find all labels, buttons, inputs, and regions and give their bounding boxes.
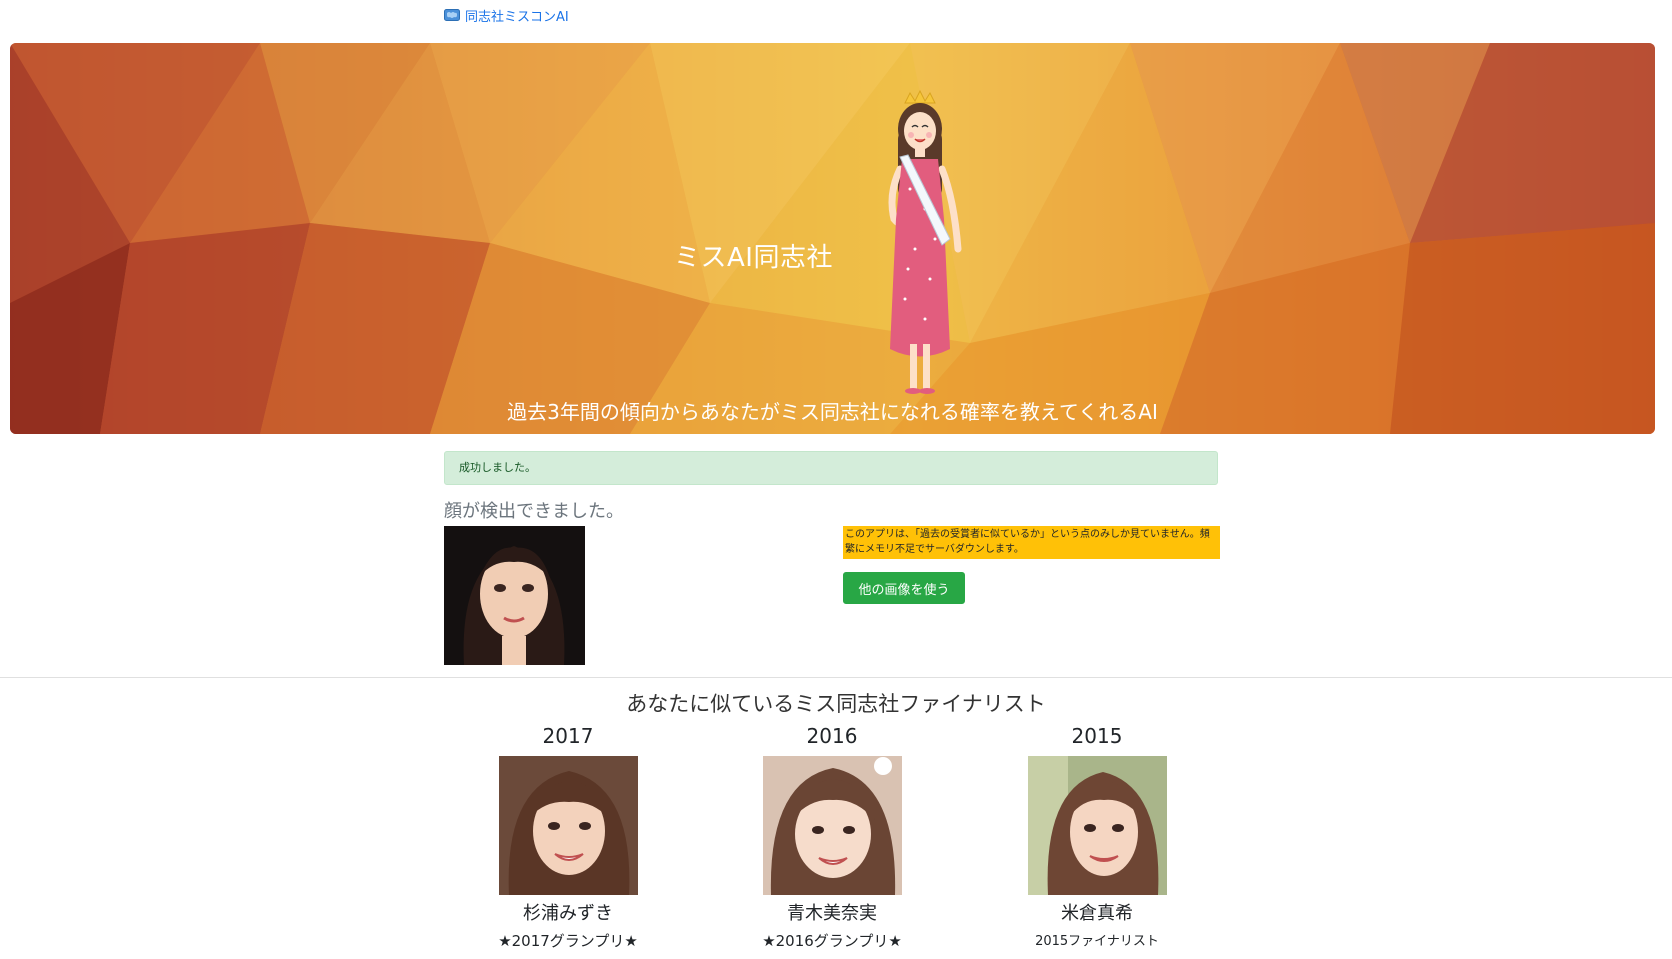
brand-label: 同志社ミスコンAI	[465, 9, 569, 25]
use-other-image-button[interactable]: 他の画像を使う	[843, 572, 965, 604]
section-divider	[0, 677, 1672, 678]
finalist-card-2015: 2015 米倉真希 2015ファイナリスト	[997, 722, 1197, 949]
brand-link[interactable]: 同志社ミスコンAI	[444, 4, 569, 26]
finalist-name: 杉浦みずき	[523, 903, 613, 924]
finalist-name: 青木美奈実	[787, 903, 877, 924]
hero-title: ミスAI同志社	[674, 243, 833, 273]
finalist-photo	[1027, 756, 1167, 895]
uploaded-face-image	[444, 526, 585, 665]
brain-icon	[444, 9, 460, 21]
success-alert: 成功しました。	[444, 451, 1218, 485]
finalist-award: 2015ファイナリスト	[1035, 934, 1159, 949]
finalist-award: ★2016グランプリ★	[762, 932, 902, 950]
miss-contest-girl-illustration	[888, 89, 962, 394]
warning-notice: このアプリは、「過去の受賞者に似ているか」という点のみしか見ていません。頻繁にメ…	[843, 526, 1220, 559]
finalist-year: 2015	[1071, 724, 1123, 748]
finalist-name: 米倉真希	[1061, 903, 1133, 924]
finalist-year: 2016	[806, 724, 858, 748]
hero-subtitle: 過去3年間の傾向からあなたがミス同志社になれる確率を教えてくれるAI	[507, 400, 1158, 424]
finalist-card-2016: 2016 青木美奈実 ★2016グランプリ★	[732, 722, 932, 951]
finalist-photo	[498, 756, 638, 895]
finalist-card-2017: 2017 杉浦みずき ★2017グランプリ★	[468, 722, 668, 951]
face-detected-heading: 顔が検出できました。	[444, 501, 624, 522]
finalist-award: ★2017グランプリ★	[498, 932, 638, 950]
finalist-photo	[762, 756, 902, 895]
finalists-heading: あなたに似ているミス同志社ファイナリスト	[626, 692, 1046, 716]
finalist-year: 2017	[542, 724, 594, 748]
hero-banner: ミスAI同志社 過去3年間の傾向からあなたがミス同志社になれる確率を教えてくれる	[10, 43, 1655, 434]
